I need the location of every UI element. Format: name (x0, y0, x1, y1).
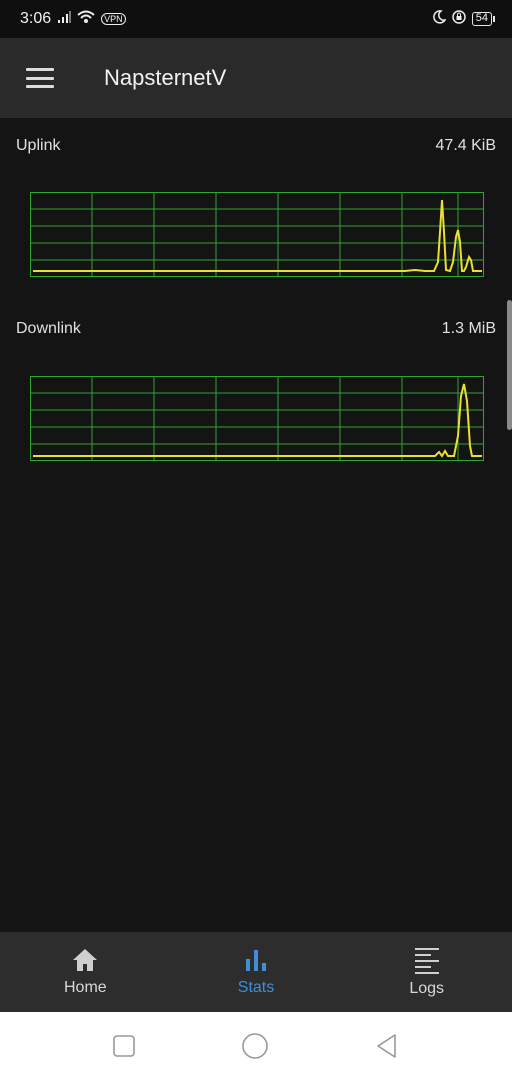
triangle-back-icon (377, 1034, 396, 1058)
status-time: 3:06 (20, 10, 52, 27)
nav-stats-label: Stats (237, 979, 275, 996)
signal-icon (57, 10, 72, 28)
nav-home-label: Home (63, 979, 107, 996)
menu-icon[interactable] (26, 68, 54, 88)
scrollbar[interactable] (507, 300, 512, 430)
wifi-icon (77, 10, 95, 29)
bottom-navigation: Home Stats Logs (0, 932, 512, 1012)
list-icon (414, 948, 439, 974)
square-icon (113, 1035, 135, 1057)
downlink-label: Downlink (16, 320, 81, 337)
system-navigation-bar (0, 1012, 512, 1080)
downlink-graph (30, 376, 484, 461)
nav-home[interactable]: Home (0, 932, 171, 1012)
uplink-value: 47.4 KiB (435, 137, 496, 154)
moon-icon (432, 9, 447, 29)
vpn-icon: VPN (101, 13, 126, 25)
downlink-traffic-line (33, 383, 482, 458)
home-button[interactable] (241, 1032, 269, 1060)
page-title: NapsternetV (104, 65, 227, 90)
circle-icon (242, 1033, 268, 1059)
bar-chart-icon (246, 950, 266, 971)
nav-logs[interactable]: Logs (341, 932, 512, 1012)
recent-apps-button[interactable] (113, 1035, 135, 1057)
battery-icon: 54 (471, 12, 496, 26)
lock-rotation-icon (452, 9, 466, 29)
downlink-value: 1.3 MiB (441, 320, 496, 337)
nav-logs-label: Logs (409, 980, 445, 997)
downlink-grid (30, 376, 484, 461)
uplink-grid (30, 192, 484, 277)
uplink-graph (30, 192, 484, 277)
status-bar: 3:06 VPN 54 (0, 0, 512, 38)
home-icon (73, 949, 98, 971)
back-button[interactable] (375, 1033, 399, 1059)
uplink-label: Uplink (16, 137, 61, 154)
nav-stats[interactable]: Stats (171, 932, 342, 1012)
app-bar: NapsternetV (0, 38, 512, 118)
